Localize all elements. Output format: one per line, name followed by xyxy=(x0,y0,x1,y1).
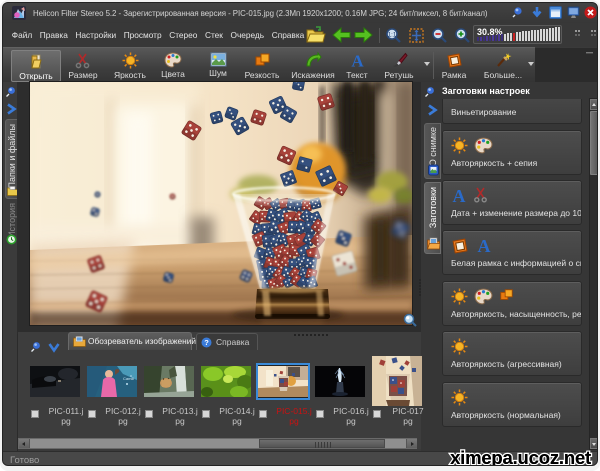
svg-text:Camill: Camill xyxy=(123,376,134,381)
svg-text:1:1: 1:1 xyxy=(388,33,397,39)
svg-text:?: ? xyxy=(204,338,209,347)
svg-text:ximepa.ucoz.net: ximepa.ucoz.net xyxy=(450,447,591,466)
svg-text:A: A xyxy=(351,52,364,69)
svg-text:A: A xyxy=(478,237,491,255)
svg-text:A: A xyxy=(453,187,466,205)
